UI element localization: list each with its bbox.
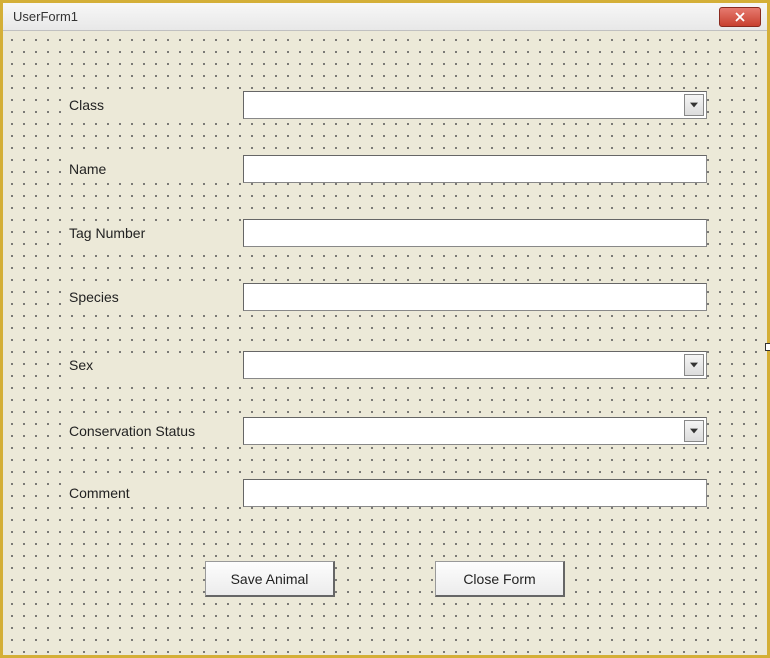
field-row-species: Species [63,283,707,311]
button-row: Save Animal Close Form [3,561,767,597]
window-close-button[interactable] [719,7,761,27]
close-icon [735,12,745,22]
form-designer-surface[interactable]: Class Name Tag Number Species Sex [3,31,767,655]
field-row-conservation-status: Conservation Status [63,417,707,445]
label-comment: Comment [63,481,243,505]
resize-handle-right[interactable] [765,343,770,351]
field-row-name: Name [63,155,707,183]
chevron-down-icon [690,428,698,434]
field-row-comment: Comment [63,479,707,507]
dropdown-button-conservation-status[interactable] [684,420,704,442]
field-row-tag-number: Tag Number [63,219,707,247]
userform-window: UserForm1 Class Name Tag Number Species [0,0,770,658]
window-title: UserForm1 [13,9,78,24]
dropdown-button-class[interactable] [684,94,704,116]
textbox-comment[interactable] [243,479,707,507]
dropdown-button-sex[interactable] [684,354,704,376]
textbox-tag-number[interactable] [243,219,707,247]
label-sex: Sex [63,353,243,377]
label-name: Name [63,157,243,181]
titlebar: UserForm1 [3,3,767,31]
chevron-down-icon [690,362,698,368]
field-row-class: Class [63,91,707,119]
combobox-class[interactable] [243,91,707,119]
textbox-species[interactable] [243,283,707,311]
close-form-button[interactable]: Close Form [435,561,565,597]
save-animal-button[interactable]: Save Animal [205,561,335,597]
field-row-sex: Sex [63,351,707,379]
label-class: Class [63,93,243,117]
label-conservation-status: Conservation Status [63,419,243,443]
textbox-name[interactable] [243,155,707,183]
chevron-down-icon [690,102,698,108]
label-species: Species [63,285,243,309]
combobox-conservation-status[interactable] [243,417,707,445]
combobox-sex[interactable] [243,351,707,379]
label-tag-number: Tag Number [63,221,243,245]
